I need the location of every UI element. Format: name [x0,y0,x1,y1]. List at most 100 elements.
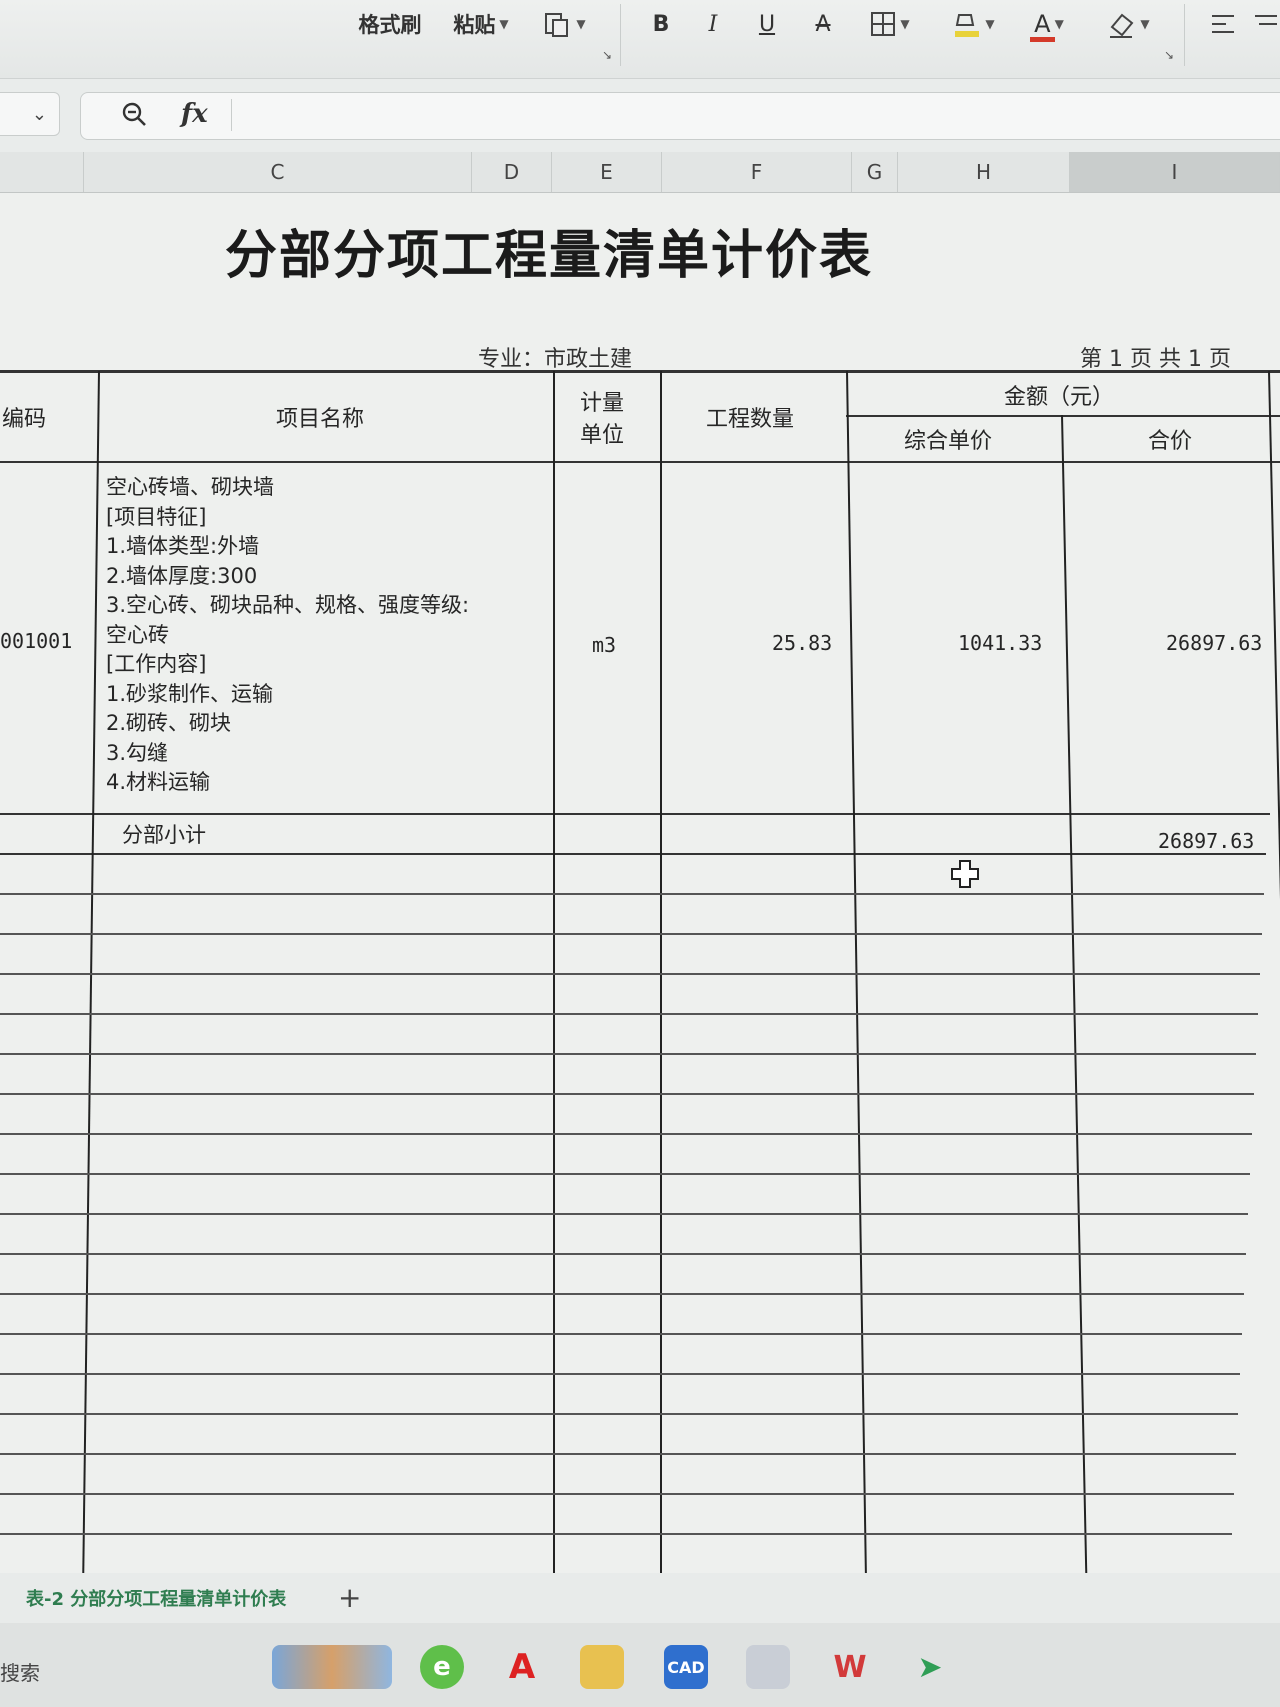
row-divider [0,813,1270,815]
eraser-icon [1110,13,1134,38]
paste-options-button[interactable]: ▼ [534,6,594,42]
column-header-h[interactable]: H [898,152,1070,192]
zoom-search-icon[interactable] [121,101,147,127]
subtotal-total[interactable]: 26897.63 [1158,829,1254,853]
row-unit[interactable]: m3 [592,633,616,657]
description-line: 2.砌砖、砌块 [106,711,232,735]
description-line: 3.勾缝 [106,740,169,765]
chevron-down-icon: ▼ [576,17,586,31]
underline-icon: U [758,11,776,37]
align-left-icon [1212,15,1234,33]
font-color-button[interactable]: A ▼ [1020,6,1078,42]
row-unit-price[interactable]: 1041.33 [958,631,1042,655]
ribbon-toolbar: 格式刷 粘贴 ▼ ▼ ↘ B I U A ▼ ▼ A ▼ ▼ ↘ [0,0,1280,79]
description-line: 1.砂浆制作、运输 [106,681,274,706]
grid-row-line [0,1213,1248,1215]
align-center-icon [1255,15,1277,25]
strikethrough-icon: A [815,11,831,37]
row-divider [0,853,1266,855]
specialty-label: 专业：市政土建 [478,347,633,372]
worksheet[interactable]: 分部分项工程量清单计价表 专业：市政土建 第 1 页 共 1 页 编码 项目名称… [0,193,1280,1581]
sheet-tab-active[interactable]: 表-2 分部分项工程量清单计价表 [26,1585,286,1611]
description-line: 4.材料运输 [106,770,211,794]
column-header-i[interactable]: I [1070,152,1280,192]
folder-icon[interactable] [580,1645,624,1689]
chevron-down-icon: ⌄ [31,103,47,125]
grid-row-line [0,1453,1236,1455]
column-header-g[interactable]: G [852,152,898,192]
grid-row-line [0,1333,1242,1335]
column-header-d[interactable]: D [472,152,552,192]
subtotal-label[interactable]: 分部小计 [122,819,206,849]
cell-cursor-icon [951,860,979,888]
underline-button[interactable]: U [752,6,782,42]
strikethrough-button[interactable]: A [808,6,838,42]
align-left-button[interactable] [1206,6,1240,42]
row-quantity[interactable]: 25.83 [772,631,832,655]
description-line: 空心砖墙、砌块墙 [106,475,274,499]
grid-row-line [0,1373,1240,1375]
city-app-icon[interactable] [272,1645,392,1689]
italic-icon: I [708,11,718,37]
app-icon[interactable] [746,1645,790,1689]
align-center-button[interactable] [1250,6,1280,42]
column-header-c[interactable]: C [84,152,472,192]
chevron-down-icon: ▼ [900,17,910,31]
sheet-title: 分部分项工程量清单计价表 [225,225,874,286]
name-box[interactable]: ⌄ [0,92,60,136]
col-line [1061,415,1088,1581]
formula-bar-row: ⌄ fx [0,88,1280,144]
clear-format-button[interactable]: ▼ [1098,6,1158,42]
chevron-down-icon: ▼ [499,17,509,31]
column-header-b[interactable] [0,152,84,192]
clipboard-icon [545,13,569,37]
header-unit-1: 计量 [580,391,625,416]
column-header-e[interactable]: E [552,152,662,192]
grid-row-line [0,1533,1232,1535]
grid-row-line [0,1493,1234,1495]
grid-row-line [0,1133,1252,1135]
row-description[interactable]: 空心砖墙、砌块墙 [项目特征] 1.墙体类型:外墙 2.墙体厚度:300 3.空心砖、砌… [106,473,469,798]
col-line [846,371,868,1581]
font-launcher-icon[interactable]: ↘ [1164,48,1174,62]
header-unit-price: 综合单价 [904,429,993,454]
acrobat-icon[interactable]: A [500,1645,544,1689]
grid-row-line [0,973,1260,975]
bold-icon: B [652,11,670,37]
header-name: 项目名称 [276,407,365,432]
chevron-down-icon: ▼ [985,17,995,31]
column-headers: C D E F G H I [0,152,1280,193]
taskbar-search[interactable]: 搜索 [0,1657,40,1686]
bold-button[interactable]: B [646,6,676,42]
divider [1184,4,1185,66]
italic-button[interactable]: I [698,6,728,42]
formula-input[interactable]: fx [80,92,1280,140]
clipboard-launcher-icon[interactable]: ↘ [602,48,612,62]
fx-icon[interactable]: fx [181,99,208,129]
description-line: [工作内容] [106,652,207,676]
paste-label: 粘贴 [453,13,496,37]
header-amount: 金额（元） [1004,385,1115,410]
grid-row-line [0,1013,1258,1015]
sheet-tab-bar: 表-2 分部分项工程量清单计价表 + [0,1573,1280,1623]
browser-icon[interactable]: e [420,1645,464,1689]
cad-app-icon[interactable]: CAD [664,1645,708,1689]
fill-color-button[interactable]: ▼ [942,6,1004,42]
grid-row-line [0,893,1264,895]
app-arrow-icon[interactable]: ➤ [908,1645,952,1689]
paste-button[interactable]: 粘贴 ▼ [446,6,516,42]
borders-button[interactable]: ▼ [862,6,918,42]
border-grid-icon [871,12,896,36]
column-header-f[interactable]: F [662,152,852,192]
grid-row-line [0,1093,1254,1095]
col-line [553,371,555,1581]
row-code[interactable]: 001001 [0,629,72,653]
wps-icon[interactable]: W [828,1645,872,1689]
font-color-icon: A [1030,10,1055,42]
col-line [660,371,662,1581]
format-painter-button[interactable]: 格式刷 [352,6,428,42]
add-sheet-button[interactable]: + [338,1581,361,1614]
row-total[interactable]: 26897.63 [1166,631,1262,655]
grid-row-line [0,1253,1246,1255]
col-line [82,371,100,1581]
